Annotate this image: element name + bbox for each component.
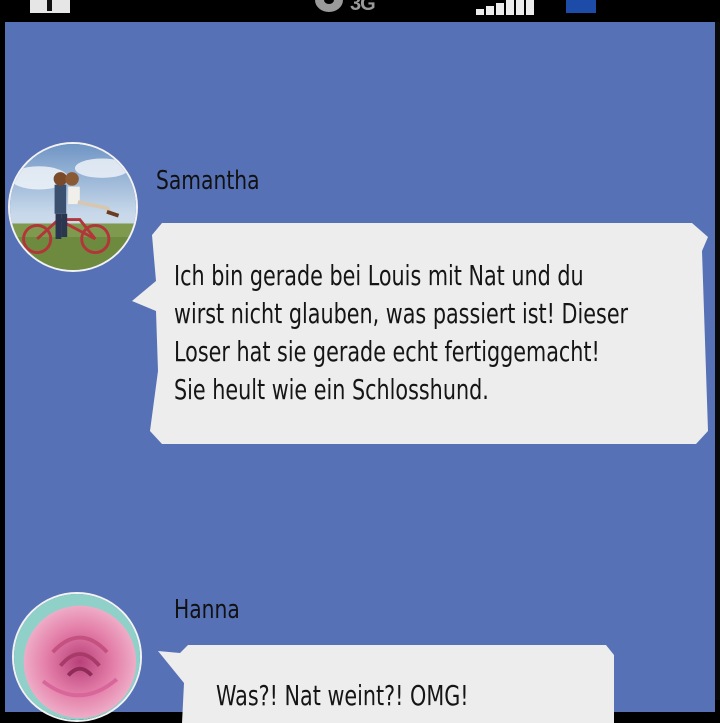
message-line: Sie heult wie ein Schlosshund. xyxy=(174,373,489,406)
signal-icon xyxy=(476,0,538,15)
message-text: Was?! Nat weint?! OMG! xyxy=(216,677,469,715)
message-bubble[interactable]: Was?! Nat weint?! OMG! xyxy=(158,643,616,723)
sender-name: Hanna xyxy=(174,595,240,625)
message-line: Ich bin gerade bei Louis mit Nat und du xyxy=(174,259,584,292)
sender-name: Samantha xyxy=(156,166,260,196)
screen-edge xyxy=(715,22,720,700)
status-bar: 3G xyxy=(0,0,720,22)
notification-icon xyxy=(30,0,70,13)
message-line: Loser hat sie gerade echt fertiggemacht! xyxy=(174,335,600,368)
message-bubble[interactable]: Ich bin gerade bei Louis mit Nat und du … xyxy=(132,221,710,446)
network-type-label: 3G xyxy=(350,0,376,15)
avatar-samantha[interactable] xyxy=(8,142,138,272)
battery-icon xyxy=(566,0,596,13)
message-line: Was?! Nat weint?! OMG! xyxy=(216,679,469,712)
message-line: wirst nicht glauben, was passiert ist! D… xyxy=(174,297,629,330)
couple-on-bicycle-photo xyxy=(10,144,136,270)
avatar-hanna[interactable] xyxy=(12,592,142,722)
pink-rose-photo xyxy=(14,594,140,720)
message-text: Ich bin gerade bei Louis mit Nat und du … xyxy=(174,257,628,409)
gear-icon xyxy=(315,0,343,12)
